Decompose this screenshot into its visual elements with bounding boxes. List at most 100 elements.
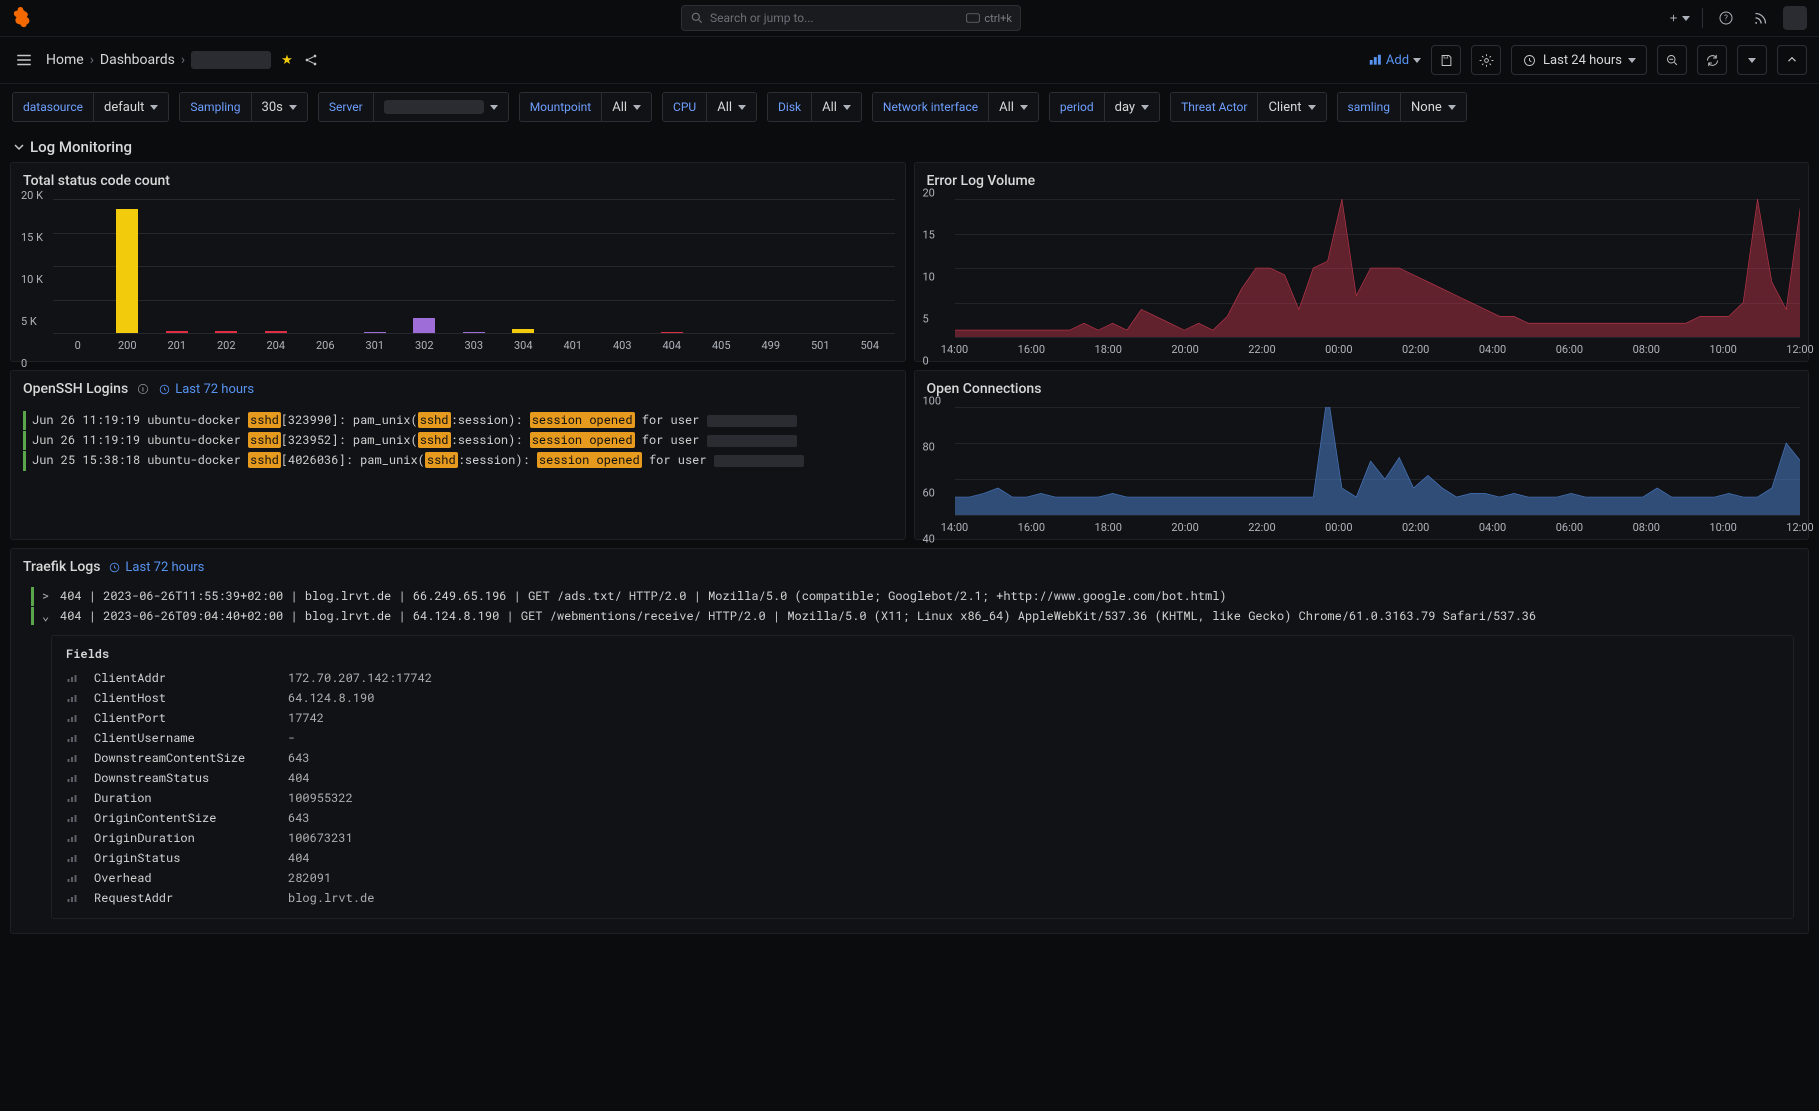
menu-toggle-icon[interactable] — [12, 48, 36, 72]
x-axis-label: 08:00 — [1633, 343, 1660, 356]
panel-open-connections: Open Connections 40608010014:0016:0018:0… — [914, 370, 1810, 540]
info-icon[interactable]: i — [136, 382, 150, 396]
sub-nav: Home › Dashboards › ★ Add Last 24 hours — [0, 36, 1819, 84]
bar[interactable] — [364, 332, 386, 333]
variable-value-dropdown[interactable] — [373, 93, 508, 121]
x-axis-label: 301 — [365, 339, 384, 352]
global-search-input[interactable]: Search or jump to... ctrl+k — [681, 5, 1021, 31]
field-row: DownstreamContentSize643 — [66, 748, 1779, 768]
refresh-icon[interactable] — [1697, 45, 1727, 75]
panel-title: Open Connections — [927, 381, 1042, 397]
log-line[interactable]: Jun 26 11:19:19 ubuntu-docker sshd[32395… — [23, 431, 895, 450]
panel-timerange[interactable]: Last 72 hours — [158, 382, 254, 397]
svg-text:i: i — [142, 385, 144, 393]
bar[interactable] — [512, 329, 534, 333]
field-row: ClientAddr172.70.207.142:17742 — [66, 668, 1779, 688]
bar[interactable] — [413, 318, 435, 333]
help-icon[interactable]: ? — [1715, 7, 1737, 29]
panel-title: OpenSSH Logins — [23, 381, 128, 397]
traefik-fields-box: Fields ClientAddr172.70.207.142:17742 Cli… — [51, 635, 1794, 919]
add-menu-button[interactable] — [1668, 7, 1690, 29]
variable-value-dropdown[interactable]: All — [811, 93, 861, 121]
x-axis-label: 10:00 — [1709, 521, 1736, 534]
x-axis-label: 202 — [217, 339, 236, 352]
variable-value-dropdown[interactable]: All — [706, 93, 756, 121]
time-range-picker[interactable]: Last 24 hours — [1511, 45, 1647, 75]
x-axis-label: 10:00 — [1709, 343, 1736, 356]
x-axis-label: 200 — [118, 339, 137, 352]
x-axis-label: 16:00 — [1018, 521, 1045, 534]
x-axis-label: 504 — [860, 339, 879, 352]
x-axis-label: 201 — [167, 339, 186, 352]
variable-value-dropdown[interactable]: 30s — [251, 93, 307, 121]
field-row: Overhead282091 — [66, 868, 1779, 888]
zoom-out-icon[interactable] — [1657, 45, 1687, 75]
x-axis-label: 14:00 — [941, 343, 968, 356]
add-panel-button[interactable]: Add — [1368, 53, 1421, 68]
save-dashboard-icon[interactable] — [1431, 45, 1461, 75]
x-axis-label: 00:00 — [1325, 343, 1352, 356]
bar[interactable] — [463, 332, 485, 333]
variable-label: Mountpoint — [520, 93, 602, 121]
bars-icon — [66, 872, 80, 884]
kiosk-toggle-icon[interactable] — [1777, 45, 1807, 75]
traefik-log-row[interactable]: >404 | 2023-06-26T11:55:39+02:00 | blog.… — [31, 587, 1794, 606]
variable-value-dropdown[interactable]: Client — [1257, 93, 1325, 121]
log-line[interactable]: Jun 25 15:38:18 ubuntu-docker sshd[40260… — [23, 451, 895, 470]
svg-text:?: ? — [1724, 14, 1728, 23]
variable-label: datasource — [13, 93, 93, 121]
star-icon[interactable]: ★ — [281, 53, 293, 68]
settings-icon[interactable] — [1471, 45, 1501, 75]
variable-disk: DiskAll — [767, 92, 862, 122]
breadcrumb-dashboards[interactable]: Dashboards — [100, 52, 175, 68]
variable-value-dropdown[interactable]: default — [93, 93, 168, 121]
variable-samling: samlingNone — [1337, 92, 1467, 122]
clock-icon — [1522, 53, 1537, 68]
panel-error-log-volume: Error Log Volume 0510152014:0016:0018:00… — [914, 162, 1810, 362]
variable-datasource: datasourcedefault — [12, 92, 169, 122]
bar[interactable] — [215, 331, 237, 333]
search-placeholder: Search or jump to... — [710, 11, 814, 25]
bar[interactable] — [661, 332, 683, 333]
breadcrumb: Home › Dashboards › — [46, 51, 271, 69]
variable-mountpoint: MountpointAll — [519, 92, 652, 122]
x-axis-label: 501 — [811, 339, 830, 352]
refresh-interval-dropdown[interactable] — [1737, 45, 1767, 75]
breadcrumb-dashboard-name[interactable] — [191, 51, 271, 69]
x-axis-label: 08:00 — [1633, 521, 1660, 534]
bar[interactable] — [116, 209, 138, 333]
variable-value-dropdown[interactable]: All — [601, 93, 651, 121]
x-axis-label: 18:00 — [1095, 343, 1122, 356]
variable-value-dropdown[interactable]: None — [1400, 93, 1466, 121]
search-icon — [690, 11, 704, 25]
bars-icon — [66, 712, 80, 724]
breadcrumb-home[interactable]: Home — [46, 52, 84, 68]
panel-title: Traefik Logs — [23, 559, 100, 575]
rss-icon[interactable] — [1749, 7, 1771, 29]
chevron-down-icon — [14, 142, 24, 152]
field-row: DownstreamStatus404 — [66, 768, 1779, 788]
field-row: ClientPort17742 — [66, 708, 1779, 728]
variable-cpu: CPUAll — [662, 92, 757, 122]
variable-value-dropdown[interactable]: day — [1104, 93, 1159, 121]
traefik-log-row[interactable]: ⌄404 | 2023-06-26T09:04:40+02:00 | blog.… — [31, 607, 1794, 626]
variable-label: CPU — [663, 93, 706, 121]
variable-threat-actor: Threat ActorClient — [1170, 92, 1326, 122]
bars-icon — [66, 792, 80, 804]
bars-icon — [66, 832, 80, 844]
panel-title: Total status code count — [23, 173, 170, 189]
log-line[interactable]: Jun 26 11:19:19 ubuntu-docker sshd[32399… — [23, 411, 895, 430]
panel-timerange[interactable]: Last 72 hours — [108, 560, 204, 575]
user-avatar[interactable] — [1783, 6, 1807, 30]
grafana-logo-icon — [12, 7, 34, 29]
fields-title: Fields — [66, 646, 1779, 662]
section-header[interactable]: Log Monitoring — [0, 130, 1819, 162]
field-row: OriginStatus404 — [66, 848, 1779, 868]
bar[interactable] — [166, 331, 188, 333]
x-axis-label: 22:00 — [1248, 343, 1275, 356]
variable-value-dropdown[interactable]: All — [988, 93, 1038, 121]
bar[interactable] — [265, 331, 287, 333]
share-icon[interactable] — [303, 52, 319, 68]
x-axis-label: 04:00 — [1479, 343, 1506, 356]
x-axis-label: 20:00 — [1171, 521, 1198, 534]
